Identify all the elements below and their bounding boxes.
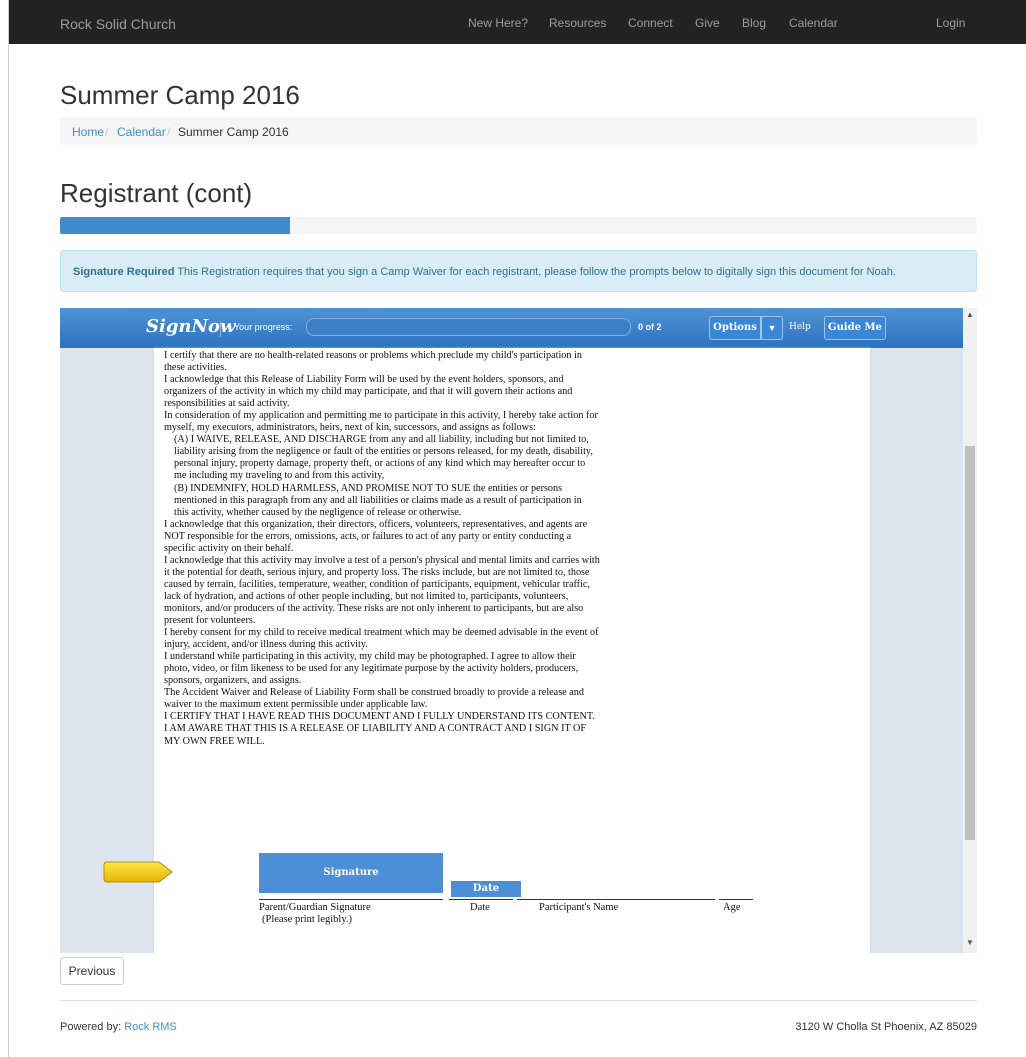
footer-powered-by: Powered by: Rock RMS bbox=[60, 1021, 177, 1033]
registration-progress-bar bbox=[60, 217, 977, 234]
participant-name-line bbox=[517, 899, 715, 900]
footer-divider bbox=[60, 1000, 977, 1001]
waiver-line: I acknowledge that this activity may inv… bbox=[164, 554, 600, 566]
waiver-line: (A) I WAIVE, RELEASE, AND DISCHARGE from… bbox=[174, 434, 589, 446]
signnow-toolbar: SignNow Your progress: 0 of 2 Options ▼ … bbox=[60, 308, 963, 348]
waiver-line: monitors, and/or producers of the activi… bbox=[164, 602, 584, 614]
waiver-line: I acknowledge that this Release of Liabi… bbox=[164, 374, 564, 386]
page-title: Summer Camp 2016 bbox=[60, 80, 300, 110]
options-dropdown-toggle[interactable]: ▼ bbox=[761, 316, 783, 340]
signature-line bbox=[259, 899, 443, 900]
nav-resources[interactable]: Resources bbox=[549, 16, 606, 30]
waiver-line: I certify that there are no health-relat… bbox=[164, 350, 582, 361]
progress-label: Your progress: bbox=[234, 322, 293, 332]
registration-progress-fill bbox=[60, 217, 291, 234]
waiver-line: me including my traveling to and from th… bbox=[174, 470, 385, 482]
signnow-progress-bar bbox=[306, 318, 631, 336]
waiver-line: MY OWN FREE WILL. bbox=[164, 735, 265, 747]
waiver-line: I understand while participating in this… bbox=[164, 651, 576, 663]
scroll-up-icon[interactable]: ▲ bbox=[966, 310, 974, 319]
powered-by-label: Powered by: bbox=[60, 1021, 125, 1033]
age-label: Age bbox=[723, 902, 741, 913]
signnow-frame: SignNow Your progress: 0 of 2 Options ▼ … bbox=[60, 308, 977, 953]
waiver-line: injury, accident, and/or illness during … bbox=[164, 639, 368, 651]
date-field[interactable]: Date bbox=[451, 880, 521, 897]
waiver-line: liability arising from the negligence or… bbox=[174, 446, 593, 458]
caret-down-icon: ▼ bbox=[767, 323, 777, 333]
waiver-line: responsibilities at said activity. bbox=[164, 398, 290, 410]
date-label: Date bbox=[470, 902, 490, 913]
alert-strong-text: Signature Required bbox=[73, 266, 175, 278]
scroll-down-icon[interactable]: ▼ bbox=[966, 938, 974, 947]
waiver-line: caused by terrain, facilities, temperatu… bbox=[164, 578, 590, 590]
toolbar-divider bbox=[220, 321, 221, 337]
signature-required-alert: Signature Required This Registration req… bbox=[60, 250, 977, 292]
waiver-line: myself, my executors, administrators, he… bbox=[164, 422, 536, 434]
nav-calendar[interactable]: Calendar bbox=[789, 16, 838, 30]
guide-me-button[interactable]: Guide Me bbox=[824, 316, 886, 340]
alert-text: This Registration requires that you sign… bbox=[174, 266, 896, 278]
waiver-line: mentioned in this paragraph from any and… bbox=[174, 494, 582, 506]
scrollbar-thumb[interactable] bbox=[965, 446, 975, 840]
waiver-line: lack of hydration, and actions of other … bbox=[164, 590, 569, 602]
footer-address: 3120 W Cholla St Phoenix, AZ 85029 bbox=[795, 1021, 977, 1033]
nav-login[interactable]: Login bbox=[936, 16, 965, 30]
breadcrumb: Home / Calendar / Summer Camp 2016 bbox=[60, 117, 977, 145]
waiver-line: it the potential for death, serious inju… bbox=[164, 566, 590, 578]
breadcrumb-home[interactable]: Home bbox=[72, 125, 104, 139]
nav-connect[interactable]: Connect bbox=[628, 16, 673, 30]
signature-field[interactable]: Signature bbox=[259, 853, 443, 893]
waiver-line: The Accident Waiver and Release of Liabi… bbox=[164, 687, 584, 699]
waiver-line: (B) INDEMNIFY, HOLD HARMLESS, AND PROMIS… bbox=[174, 482, 563, 494]
breadcrumb-separator: / bbox=[167, 125, 171, 139]
options-button[interactable]: Options bbox=[709, 316, 761, 340]
page-edge bbox=[8, 0, 9, 1057]
waiver-line: I AM AWARE THAT THIS IS A RELEASE OF LIA… bbox=[164, 723, 587, 735]
progress-count: 0 of 2 bbox=[638, 322, 662, 332]
nav-give[interactable]: Give bbox=[695, 16, 720, 30]
waiver-line: waiver to the maximum extent permissible… bbox=[164, 699, 428, 711]
breadcrumb-current: Summer Camp 2016 bbox=[178, 125, 289, 139]
waiver-line: these activities. bbox=[164, 362, 227, 374]
waiver-line: personal injury, property damage, proper… bbox=[174, 458, 586, 470]
signature-pointer-arrow[interactable] bbox=[103, 861, 173, 883]
parent-signature-label: Parent/Guardian Signature bbox=[259, 902, 371, 913]
signnow-logo: SignNow bbox=[146, 316, 236, 337]
previous-button[interactable]: Previous bbox=[60, 957, 124, 985]
nav-blog[interactable]: Blog bbox=[742, 16, 766, 30]
breadcrumb-separator: / bbox=[105, 125, 109, 139]
waiver-line: photo, video, or film likeness to be use… bbox=[164, 663, 579, 675]
waiver-line: present for volunteers. bbox=[164, 615, 256, 627]
waiver-line: I acknowledge that this organization, th… bbox=[164, 518, 588, 530]
nav-new-here[interactable]: New Here? bbox=[468, 16, 528, 30]
date-line bbox=[449, 899, 513, 900]
waiver-line: I CERTIFY THAT I HAVE READ THIS DOCUMENT… bbox=[164, 711, 595, 723]
help-link[interactable]: Help bbox=[789, 322, 811, 332]
top-navbar: Rock Solid Church New Here? Resources Co… bbox=[9, 0, 1026, 44]
waiver-line: specific activity on their behalf. bbox=[164, 542, 294, 554]
waiver-line: In consideration of my application and p… bbox=[164, 410, 598, 422]
print-legibly-note: (Please print legibly.) bbox=[262, 914, 353, 925]
waiver-line: this activity, whether caused by the neg… bbox=[174, 506, 462, 518]
waiver-line: NOT responsible for the errors, omission… bbox=[164, 530, 572, 542]
waiver-line: organizers of the activity in which my c… bbox=[164, 386, 573, 398]
section-title: Registrant (cont) bbox=[60, 178, 253, 208]
rock-rms-link[interactable]: Rock RMS bbox=[124, 1021, 177, 1033]
waiver-text: I certify that there are no health-relat… bbox=[164, 350, 670, 748]
brand-link[interactable]: Rock Solid Church bbox=[60, 16, 176, 32]
waiver-line: sponsors, organizers, and assigns. bbox=[164, 675, 302, 687]
frame-scrollbar[interactable]: ▲ ▼ bbox=[963, 308, 977, 953]
age-line bbox=[719, 899, 753, 900]
participant-name-label: Participant's Name bbox=[539, 902, 619, 913]
waiver-line: I hereby consent for my child to receive… bbox=[164, 627, 599, 639]
breadcrumb-calendar[interactable]: Calendar bbox=[117, 125, 166, 139]
